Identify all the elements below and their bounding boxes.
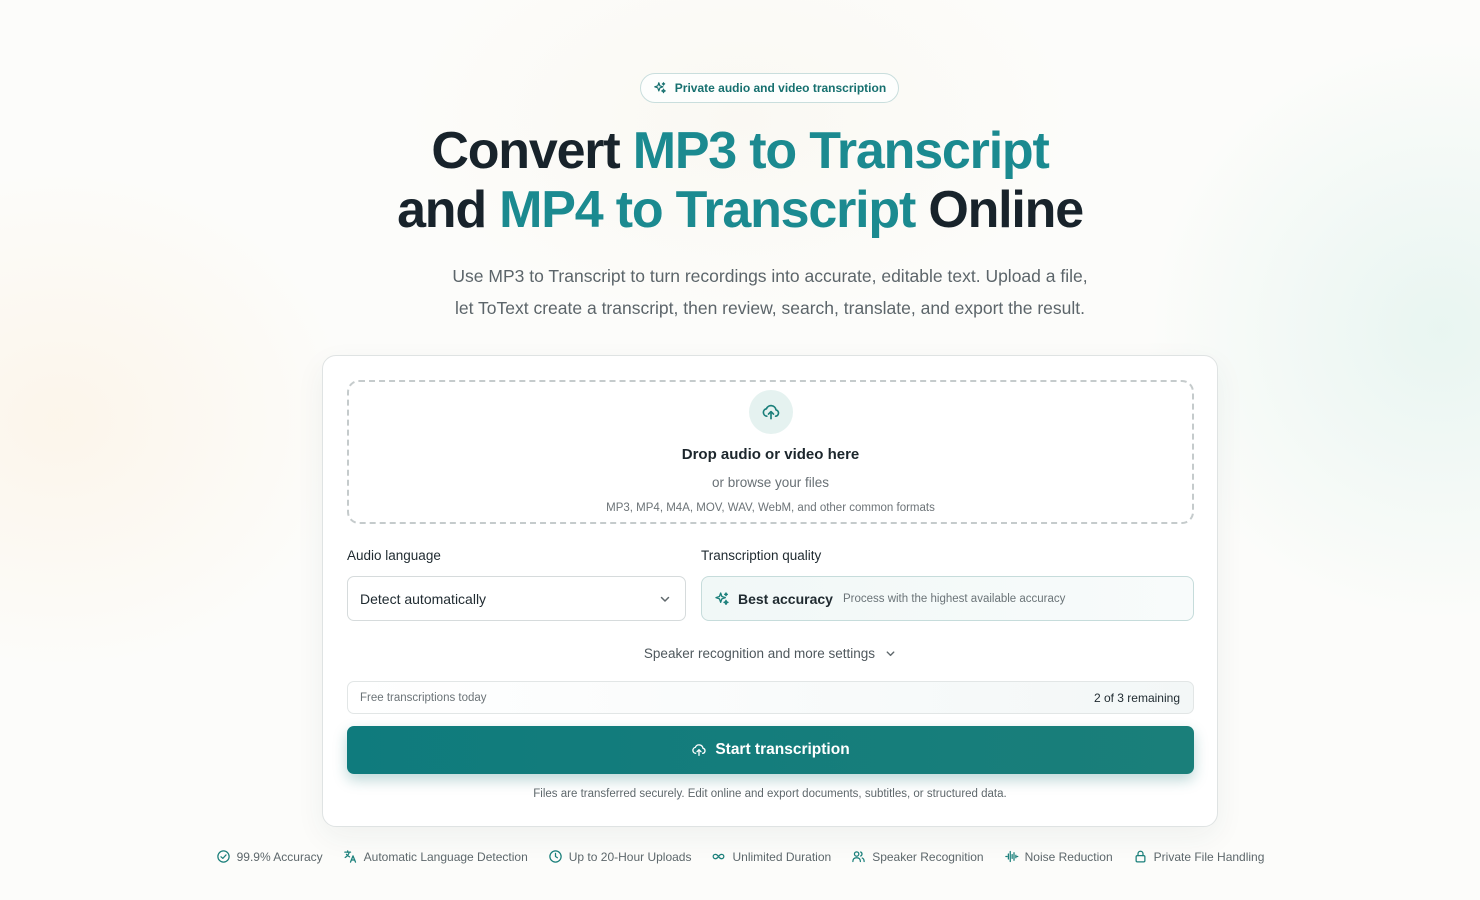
quota-label: Free transcriptions today: [360, 691, 487, 704]
start-transcription-button[interactable]: Start transcription: [347, 726, 1194, 774]
title-accent-mp3: MP3 to Transcript: [632, 122, 1050, 180]
browse-files-link[interactable]: or browse your files: [349, 475, 1192, 490]
subtitle-line-1: Use MP3 to Transcript to turn recordings…: [452, 266, 1088, 286]
feature-label: Speaker Recognition: [872, 849, 984, 864]
feature-unlimited-duration: Unlimited Duration: [711, 849, 831, 864]
feature-accuracy: 99.9% Accuracy: [216, 849, 323, 864]
chevron-down-icon: [660, 596, 670, 602]
hero-subtitle: Use MP3 to Transcript to turn recordings…: [420, 260, 1120, 324]
title-prefix: Convert: [431, 122, 633, 180]
audio-language-label: Audio language: [347, 548, 441, 563]
feature-noise-reduction: Noise Reduction: [1004, 849, 1113, 864]
transcription-quality-label: Transcription quality: [701, 548, 822, 563]
feature-list: 99.9% Accuracy Automatic Language Detect…: [0, 849, 1480, 864]
feature-language-detection: Automatic Language Detection: [343, 849, 528, 864]
cloud-upload-icon: [762, 404, 780, 420]
quality-title: Best accuracy: [738, 590, 833, 607]
users-icon: [852, 851, 865, 863]
title-prefix-2: and: [397, 181, 500, 239]
feature-label: 99.9% Accuracy: [236, 849, 323, 864]
free-quota-bar: Free transcriptions today 2 of 3 remaini…: [347, 681, 1194, 714]
clock-icon: [549, 850, 562, 863]
feature-private-handling: Private File Handling: [1133, 849, 1265, 864]
transcription-quality-option[interactable]: Best accuracy Process with the highest a…: [701, 576, 1194, 621]
dropzone-title: Drop audio or video here: [681, 446, 860, 463]
feature-speaker-recognition: Speaker Recognition: [851, 849, 984, 864]
chevron-down-icon: [886, 651, 895, 657]
start-button-label: Start transcription: [715, 741, 850, 758]
upload-icon-circle: [749, 390, 793, 434]
feature-long-uploads: Up to 20-Hour Uploads: [548, 849, 692, 864]
feature-label: Unlimited Duration: [732, 849, 832, 864]
title-accent-mp4: MP4 to Transcript: [499, 181, 916, 239]
cloud-upload-icon: [692, 744, 706, 756]
check-circle-icon: [216, 850, 230, 863]
more-settings-toggle[interactable]: Speaker recognition and more settings: [323, 646, 1217, 661]
lock-icon: [1135, 850, 1146, 863]
subtitle-line-2: let ToText create a transcript, then rev…: [455, 298, 1085, 318]
audio-language-select[interactable]: Detect automatically: [347, 576, 686, 621]
title-suffix: Online: [915, 181, 1084, 239]
quality-description: Process with the highest available accur…: [842, 592, 1066, 605]
file-dropzone[interactable]: Drop audio or video here or browse your …: [347, 380, 1194, 524]
badge-label: Private audio and video transcription: [674, 81, 887, 95]
quota-value: 2 of 3 remaining: [1093, 690, 1180, 705]
more-settings-label: Speaker recognition and more settings: [643, 646, 876, 661]
feature-label: Private File Handling: [1153, 849, 1265, 864]
upload-card: Drop audio or video here or browse your …: [322, 355, 1218, 827]
sparkles-icon: [653, 82, 666, 94]
secure-transfer-note: Files are transferred securely. Edit onl…: [533, 788, 1007, 800]
page-title: Convert MP3 to Transcript and MP4 to Tra…: [0, 122, 1480, 240]
translate-icon: [343, 850, 356, 863]
feature-label: Automatic Language Detection: [363, 849, 528, 864]
infinity-icon: [713, 853, 725, 860]
feature-label: Noise Reduction: [1024, 849, 1113, 864]
private-transcription-badge: Private audio and video transcription: [640, 73, 899, 103]
supported-formats: MP3, MP4, M4A, MOV, WAV, WebM, and other…: [606, 502, 935, 514]
sparkles-icon: [715, 591, 729, 605]
title-line-1: Convert MP3 to Transcript: [431, 122, 1050, 180]
feature-label: Up to 20-Hour Uploads: [568, 849, 692, 864]
audio-wave-icon: [1004, 850, 1018, 863]
title-line-2: and MP4 to Transcript Online: [397, 181, 1084, 239]
audio-language-value: Detect automatically: [360, 590, 487, 607]
